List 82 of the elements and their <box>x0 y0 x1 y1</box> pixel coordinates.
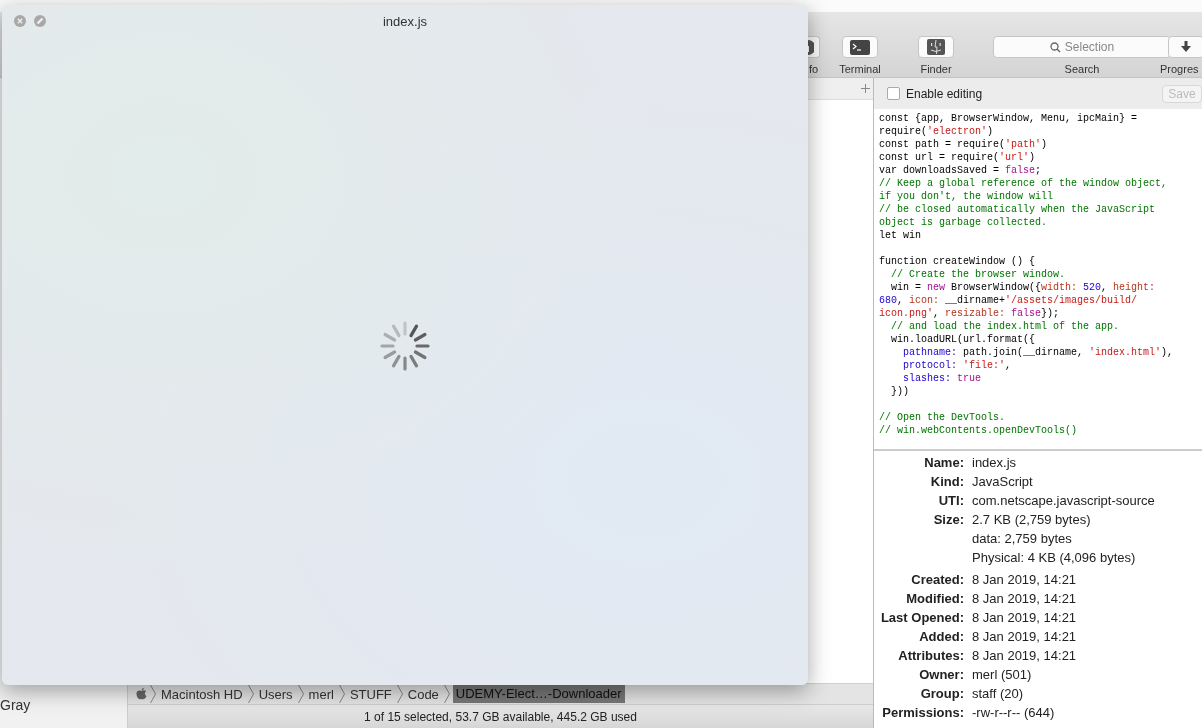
apple-icon <box>136 688 147 700</box>
code-line: object is garbage collected. <box>879 216 1048 229</box>
toolbar-label: Finder <box>920 63 952 75</box>
info-label: Group: <box>919 685 964 703</box>
code-line: win.loadURL(url.format({ <box>890 333 1036 346</box>
info-label: Name: <box>923 454 964 472</box>
info-value: 8 Jan 2019, 14:21 <box>972 571 1077 589</box>
info-value: 8 Jan 2019, 14:21 <box>972 628 1077 646</box>
toolbar-button[interactable] <box>808 36 820 58</box>
code-line: // Create the browser window. <box>890 268 1066 281</box>
code-line: pathname: path.join(__dirname, 'index.html'), <box>902 346 1174 359</box>
chevron-icon <box>247 685 254 703</box>
path-item[interactable]: Macintosh HD <box>159 686 245 702</box>
code-line: const url = require('url') <box>879 151 1036 164</box>
toolbar-label: Terminal <box>839 63 881 75</box>
status-text: 1 of 15 selected, 53.7 GB available, 445.2 GB used <box>364 709 637 724</box>
code-line: // Open the DevTools. <box>879 411 1006 424</box>
sidebar-item[interactable]: Gray <box>0 697 31 713</box>
code-line: 680, icon: __dirname+'/assets/images/build/ <box>879 294 1138 307</box>
code-line: var downloadsSaved = false; <box>879 164 1042 177</box>
toolbar-button[interactable] <box>1168 36 1202 58</box>
path-item[interactable]: Code <box>405 686 441 702</box>
toolbar-label: fo <box>808 63 819 75</box>
info-value: index.js <box>972 454 1017 472</box>
loading-spinner-icon <box>380 321 430 371</box>
chevron-icon <box>150 685 156 703</box>
info-label: UTI: <box>937 492 964 510</box>
info-value: 2.7 KB (2,759 bytes) <box>972 511 1091 529</box>
code-line: function createWindow () { <box>879 255 1036 268</box>
toolbar-label: Progres <box>1160 63 1199 75</box>
info-label: Attributes: <box>897 647 964 665</box>
chevron-icon <box>297 685 304 703</box>
code-line: const {app, BrowserWindow, Menu, ipcMain} = <box>879 112 1138 125</box>
info-label: Size: <box>932 511 964 529</box>
code-line: })) <box>890 385 909 398</box>
info-value: 8 Jan 2019, 14:21 <box>972 609 1077 627</box>
code-line: // Keep a global reference of the window object, <box>879 177 1168 190</box>
checkbox[interactable] <box>887 87 900 100</box>
search-field[interactable]: Selection <box>993 36 1171 58</box>
path-item[interactable]: merl <box>306 686 336 702</box>
code-line: // and load the index.html of the app. <box>890 320 1120 333</box>
info-value: com.netscape.javascript-source <box>972 492 1155 510</box>
info-label: Added: <box>918 628 964 646</box>
terminal-icon <box>850 39 870 55</box>
info-label: Last Opened: <box>879 609 964 627</box>
code-line: // be closed automatically when the JavaScript <box>879 203 1156 216</box>
info-value: staff (20) <box>972 685 1024 703</box>
info-value: JavaScript <box>972 473 1033 491</box>
info-value: merl (501) <box>972 666 1032 684</box>
info-value: -rw-r--r-- (644) <box>972 704 1055 722</box>
info-label: Kind: <box>929 473 964 491</box>
info-value: 8 Jan 2019, 14:21 <box>972 647 1077 665</box>
info-value: 8 Jan 2019, 14:21 <box>972 590 1077 608</box>
info-value: Physical: 4 KB (4,096 bytes) <box>972 549 1136 567</box>
info-label: Owner: <box>918 666 964 684</box>
code-line: win = new BrowserWindow({width: 520, height: <box>890 281 1156 294</box>
info-label: Permissions: <box>881 704 964 722</box>
checkbox-label: Enable editing <box>906 86 983 101</box>
code-line: if you don't, the window will <box>879 190 1054 203</box>
code-line: let win <box>879 229 921 242</box>
code-line: protocol: 'file:', <box>902 359 1012 372</box>
info-label: Modified: <box>905 590 964 608</box>
search-label: Search <box>1064 63 1100 75</box>
info-value: data: 2,759 bytes <box>972 530 1072 548</box>
path-item[interactable]: Users <box>256 686 295 702</box>
info-label: Created: <box>910 571 964 589</box>
toolbar-button[interactable] <box>842 36 878 58</box>
chevron-icon <box>338 685 345 703</box>
code-line: icon.png', resizable: false}); <box>879 307 1060 320</box>
search-icon <box>1049 41 1061 53</box>
chevron-icon <box>396 685 403 703</box>
code-line: slashes: true <box>902 372 982 385</box>
code-line: // win.webContents.openDevTools() <box>879 424 1078 437</box>
toolbar-button[interactable] <box>918 36 954 58</box>
add-icon[interactable] <box>861 84 870 93</box>
finder-face-icon <box>927 39 945 55</box>
code-line: const path = require('path') <box>879 138 1048 151</box>
code-line: require('electron') <box>879 125 994 138</box>
download-icon <box>1181 41 1191 53</box>
path-item[interactable]: STUFF <box>347 686 394 702</box>
window-title: index.js <box>382 13 428 29</box>
chevron-icon <box>443 685 450 703</box>
